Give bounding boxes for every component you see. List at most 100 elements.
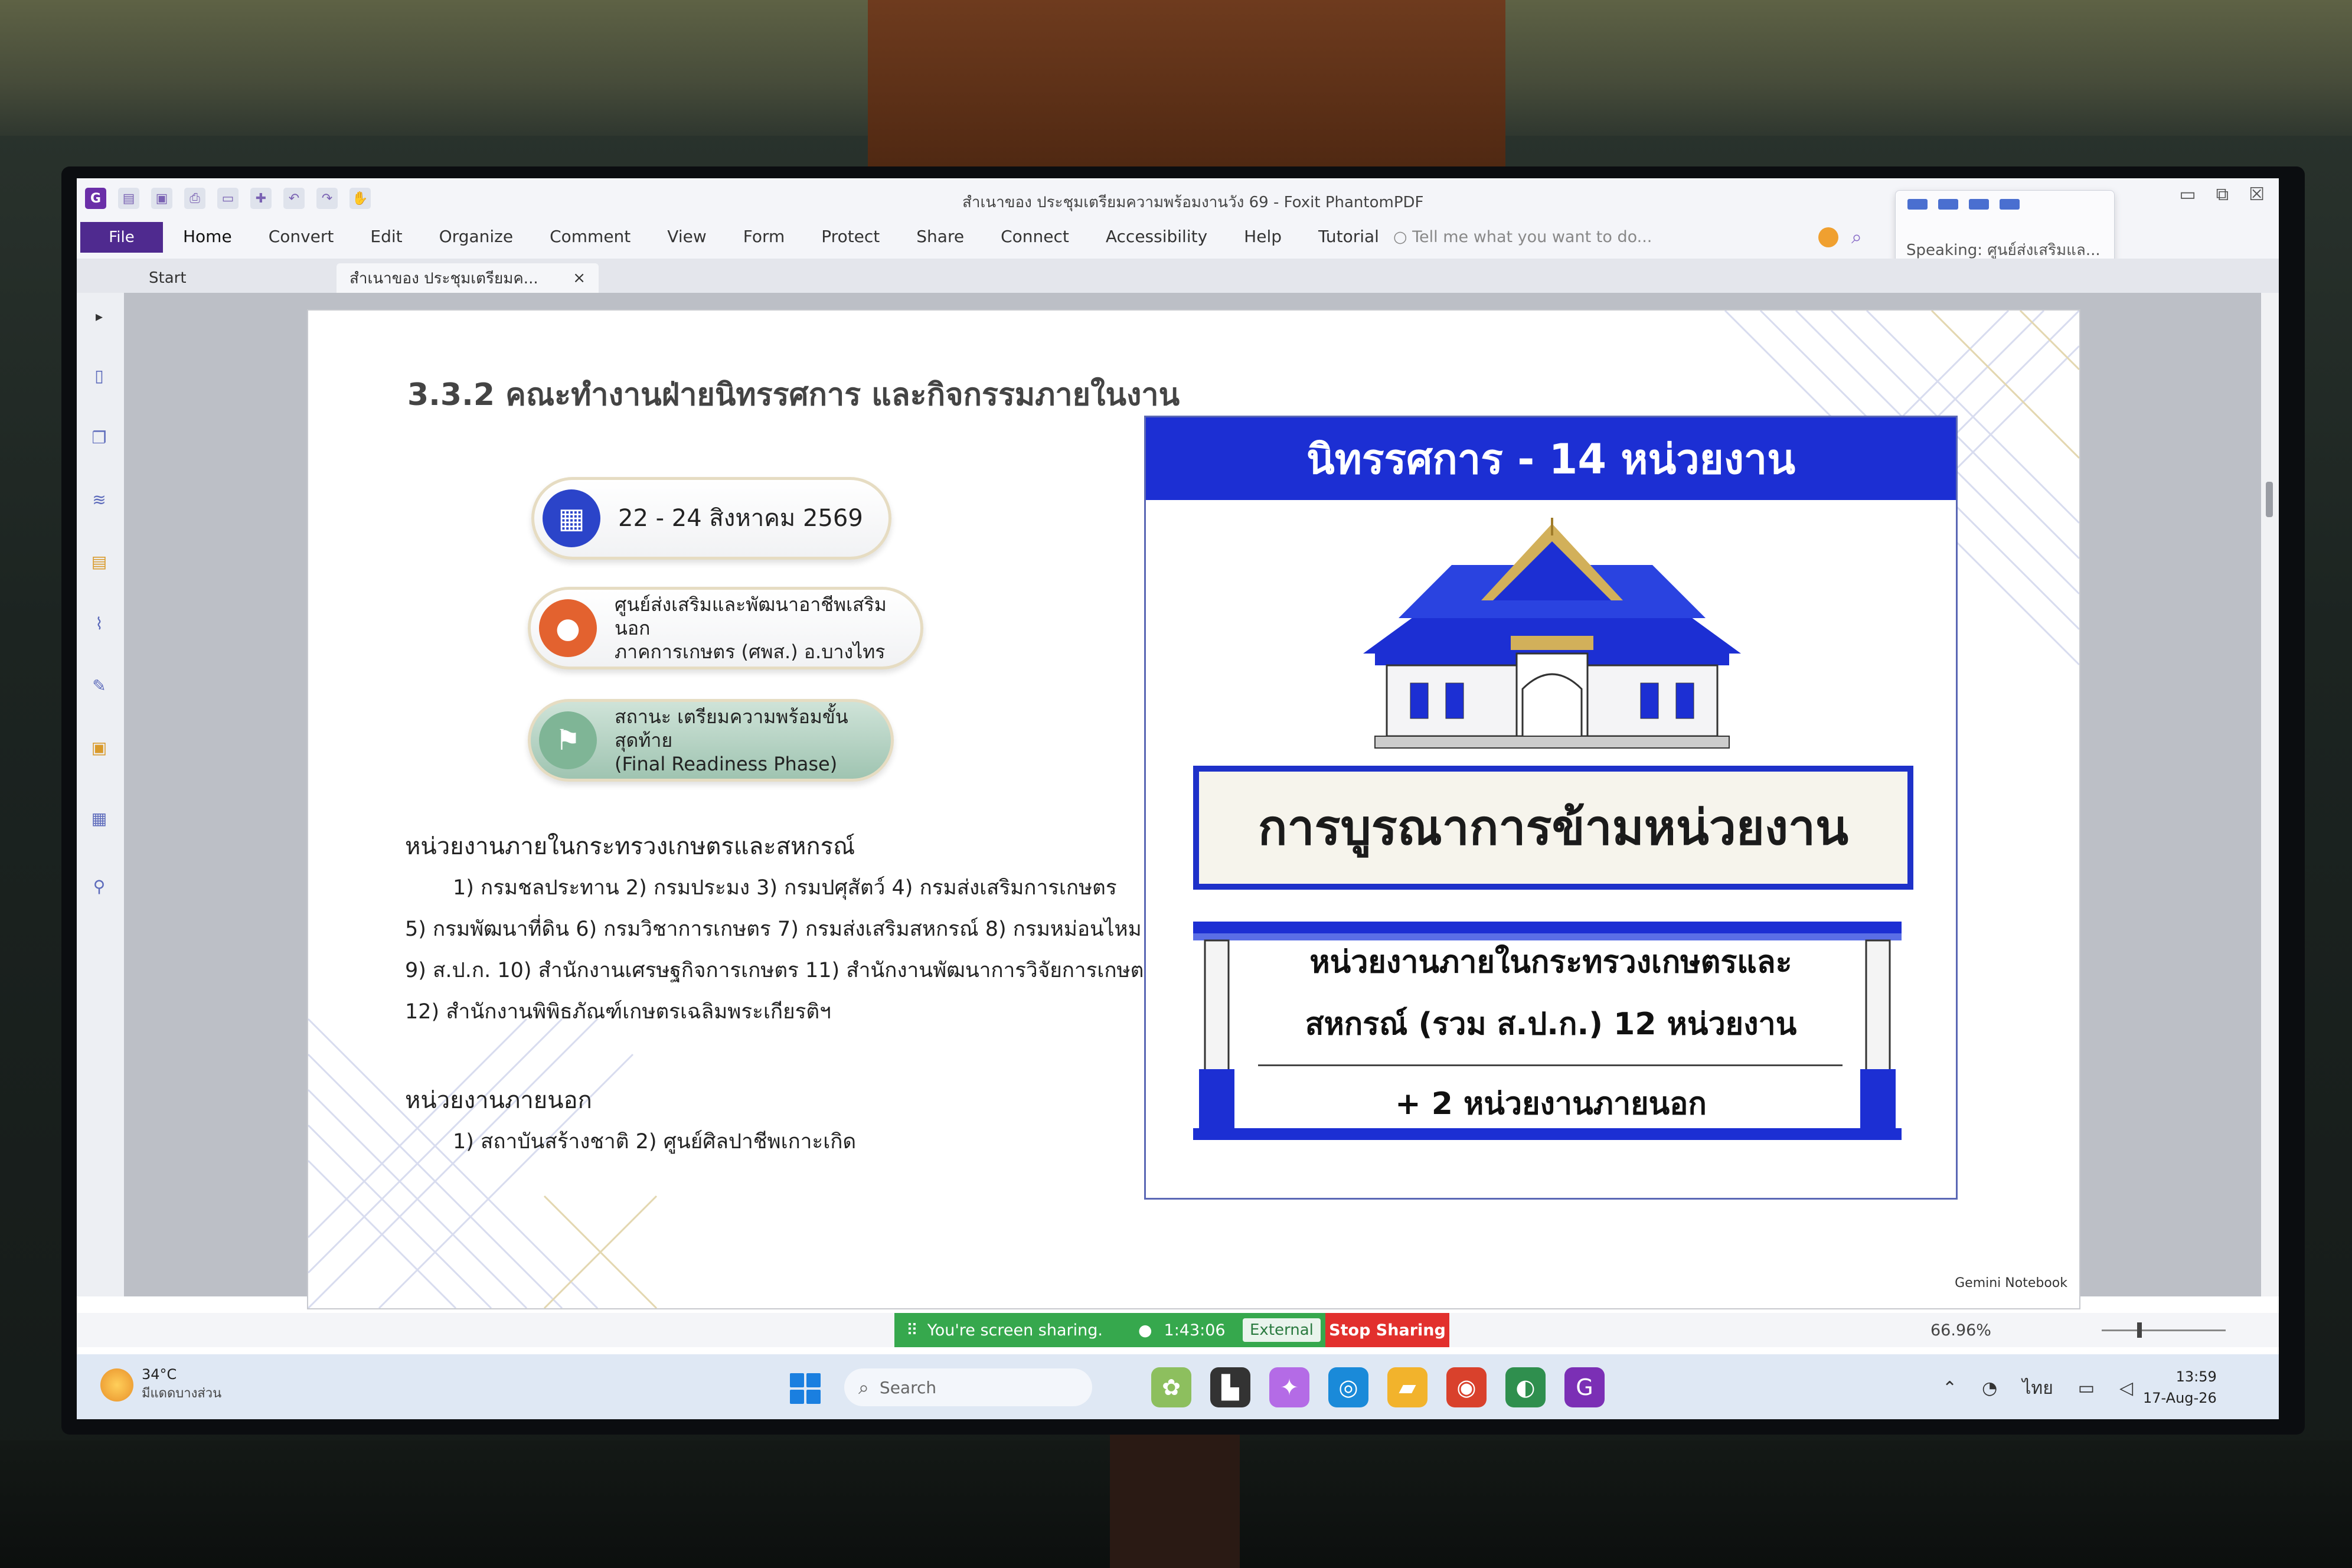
file-explorer-icon[interactable]: ▰ [1387, 1367, 1427, 1407]
weather-info: 34°C มีแดดบางส่วน [142, 1366, 221, 1403]
tab-comment[interactable]: Comment [550, 227, 631, 246]
create-icon[interactable]: ✚ [250, 188, 272, 209]
restore-icon[interactable]: ⧉ [2216, 184, 2229, 205]
status-text: สถานะ เตรียมความพร้อมขั้นสุดท้าย (Final … [615, 705, 891, 776]
menu-tabs: Home Convert Edit Organize Comment View … [183, 227, 1416, 246]
copilot-icon[interactable]: ✦ [1269, 1367, 1309, 1407]
tab-convert[interactable]: Convert [269, 227, 334, 246]
gate-line-3: + 2 หน่วยงานภายนอก [1395, 1086, 1707, 1122]
tab-connect[interactable]: Connect [1001, 227, 1069, 246]
start-tile [806, 1390, 821, 1404]
microphone-icon[interactable]: ● [1138, 1321, 1152, 1340]
screen-sharing-bar: ⠿ You're screen sharing. ● 1:43:06 Exter… [894, 1313, 1449, 1347]
stop-sharing-button[interactable]: Stop Sharing [1325, 1313, 1449, 1347]
layout-grid-icon[interactable] [2000, 199, 2020, 210]
drag-handle-icon[interactable]: ⠿ [906, 1321, 918, 1340]
input-language[interactable]: ไทย [2022, 1374, 2053, 1402]
vertical-scrollbar[interactable] [2261, 293, 2279, 1296]
security-lock-icon[interactable]: ▣ [86, 736, 112, 759]
tab-accessibility[interactable]: Accessibility [1106, 227, 1207, 246]
date-pill: ▦ 22 - 24 สิงหาคม 2569 [531, 477, 891, 560]
start-button[interactable] [790, 1373, 821, 1404]
navigation-sidebar: ▸ ▯ ❐ ≋ ▤ ⌇ ✎ ▣ ▦ ⚲ [77, 293, 125, 1296]
widgets-icon[interactable]: ✿ [1151, 1367, 1191, 1407]
tab-organize[interactable]: Organize [439, 227, 513, 246]
save-icon[interactable]: ▣ [151, 188, 172, 209]
layout-list-icon[interactable] [1969, 199, 1989, 210]
foxit-pdf-icon[interactable]: G [1564, 1367, 1605, 1407]
start-tile [790, 1390, 804, 1404]
tab-start[interactable]: Start [136, 263, 200, 293]
layout-strip-icon[interactable] [1938, 199, 1958, 210]
clock-date: 17-Aug-26 [2143, 1390, 2217, 1406]
quick-access-toolbar: G ▤ ▣ ⎙ ▭ ✚ ↶ ↷ ✋ [85, 188, 371, 209]
destinations-icon[interactable]: ⚲ [86, 874, 112, 898]
redo-icon[interactable]: ↷ [316, 188, 338, 209]
zoom-slider-handle[interactable] [2137, 1322, 2142, 1338]
location-text: ศูนย์ส่งเสริมและพัฒนาอาชีพเสริมนอก ภาคกา… [615, 593, 920, 664]
chevron-up-icon[interactable]: ⌃ [1942, 1378, 1957, 1399]
pages-icon[interactable]: ❐ [86, 426, 112, 449]
tab-home[interactable]: Home [183, 227, 232, 246]
tab-protect[interactable]: Protect [821, 227, 880, 246]
internal-agencies-heading: หน่วยงานภายในกระทรวงเกษตรและสหกรณ์ [405, 833, 855, 860]
exhibition-card-title: นิทรรศการ - 14 หน่วยงาน [1146, 417, 1956, 500]
scan-icon[interactable]: ▭ [217, 188, 239, 209]
location-pill: ● ศูนย์ส่งเสริมและพัฒนาอาชีพเสริมนอก ภาค… [528, 587, 923, 669]
zoom-level[interactable]: 66.96% [1930, 1321, 1991, 1340]
minimize-icon[interactable]: ▭ [2179, 184, 2196, 205]
meeting-speaking-panel[interactable]: Speaking: ศูนย์ส่งเสริมแล... [1895, 190, 2115, 268]
bookmark-icon[interactable]: ▯ [86, 364, 112, 387]
layers-icon[interactable]: ≋ [86, 488, 112, 511]
status-line-1: สถานะ เตรียมความพร้อมขั้นสุดท้าย [615, 705, 848, 752]
signature-icon[interactable]: ✎ [86, 674, 112, 697]
attachment-icon[interactable]: ⌇ [86, 612, 112, 635]
volume-icon[interactable]: ◁ [2119, 1378, 2133, 1399]
file-tab[interactable]: File [80, 222, 163, 253]
undo-icon[interactable]: ↶ [283, 188, 305, 209]
tell-me-search[interactable]: ○ Tell me what you want to do... [1393, 228, 1652, 246]
mic-tray-icon[interactable]: ◔ [1982, 1378, 1997, 1399]
form-fields-icon[interactable]: ▦ [86, 806, 112, 830]
tab-close-icon[interactable]: × [573, 269, 586, 287]
taskbar-apps: ✿ ▙ ✦ ◎ ▰ ◉ ◐ G [1151, 1367, 1605, 1407]
layout-speaker-icon[interactable] [1907, 199, 1928, 210]
open-folder-icon[interactable]: ▤ [118, 188, 139, 209]
internal-agencies-line-2: 5) กรมพัฒนาที่ดิน 6) กรมวิชาการเกษตร 7) … [405, 917, 1142, 941]
print-icon[interactable]: ⎙ [184, 188, 205, 209]
close-icon[interactable]: ☒ [2249, 184, 2265, 205]
find-icon[interactable]: ⌕ [1851, 226, 1862, 249]
taskbar-clock[interactable]: 13:59 17-Aug-26 [2143, 1366, 2217, 1409]
tab-share[interactable]: Share [916, 227, 964, 246]
weather-temperature: 34°C [142, 1366, 177, 1383]
scrollbar-thumb[interactable] [2266, 482, 2273, 517]
smiley-feedback-icon[interactable] [1818, 227, 1838, 247]
chrome-browser-icon[interactable]: ◉ [1446, 1367, 1487, 1407]
network-icon[interactable]: ▭ [2078, 1378, 2095, 1399]
edge-browser-icon[interactable]: ◎ [1328, 1367, 1368, 1407]
hand-tool-icon[interactable]: ✋ [349, 188, 371, 209]
app-logo-icon[interactable]: G [85, 188, 106, 209]
tab-view[interactable]: View [667, 227, 706, 246]
windows-taskbar: 34°C มีแดดบางส่วน ⌕ Search ✿ ▙ ✦ ◎ ▰ ◉ ◐… [77, 1354, 2279, 1419]
tab-form[interactable]: Form [743, 227, 785, 246]
tab-tutorial[interactable]: Tutorial [1318, 227, 1379, 246]
internal-agencies-line-3: 9) ส.ป.ก. 10) สำนักงานเศรษฐกิจการเกษตร 1… [405, 959, 1155, 982]
weather-condition: มีแดดบางส่วน [142, 1386, 222, 1401]
meeting-app-icon[interactable]: ◐ [1505, 1367, 1546, 1407]
tab-document[interactable]: สำเนาของ ประชุมเตรียมค... × [337, 263, 599, 293]
gate-line-2: สหกรณ์ (รวม ส.ป.ก.) 12 หน่วยงาน [1305, 1007, 1797, 1042]
weather-widget[interactable]: 34°C มีแดดบางส่วน [100, 1366, 221, 1403]
external-agencies-line: 1) สถาบันสร้างชาติ 2) ศูนย์ศิลปาชีพเกาะเ… [453, 1130, 857, 1154]
task-view-icon[interactable]: ▙ [1210, 1367, 1250, 1407]
exhibition-card: นิทรรศการ - 14 หน่วยงาน การบูรณาการข้ามห… [1144, 416, 1958, 1200]
zoom-slider[interactable] [2102, 1329, 2226, 1331]
taskbar-search[interactable]: ⌕ Search [844, 1368, 1092, 1406]
expand-panel-icon[interactable]: ▸ [86, 305, 112, 328]
tab-help[interactable]: Help [1244, 227, 1282, 246]
system-tray: ⌃ ◔ ไทย ▭ ◁ [1942, 1374, 2133, 1402]
tab-edit[interactable]: Edit [370, 227, 402, 246]
comments-icon[interactable]: ▤ [86, 550, 112, 573]
gemini-notebook-credit: Gemini Notebook [1955, 1276, 2067, 1291]
start-tile [806, 1373, 821, 1387]
